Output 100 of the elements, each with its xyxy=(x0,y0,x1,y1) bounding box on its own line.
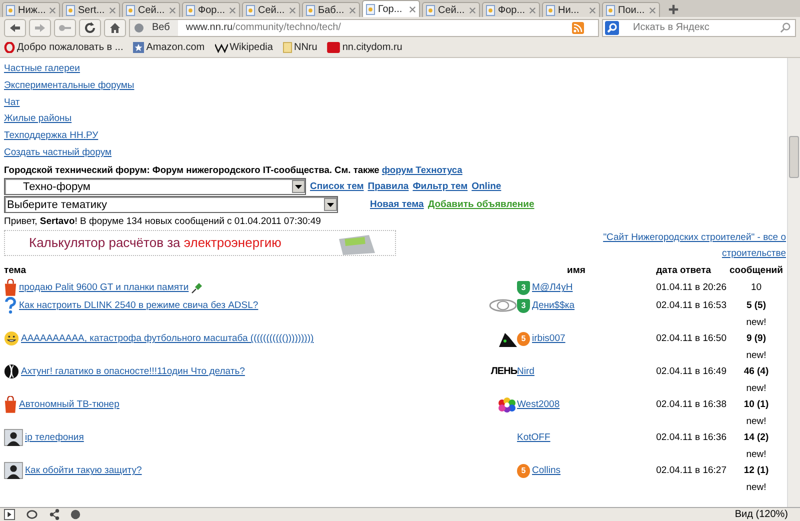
close-icon[interactable] xyxy=(529,6,536,14)
user-icon xyxy=(4,462,23,480)
user-link[interactable]: M@Л4уН xyxy=(532,282,573,294)
back-button[interactable] xyxy=(4,18,26,36)
topic-link[interactable]: ip телефония xyxy=(25,432,84,444)
back-arrow-icon xyxy=(9,22,21,32)
forum-link[interactable]: Частные галереи xyxy=(4,61,783,78)
topic-link[interactable]: АААААААААА, катастрофа футбольного масштаба ((((((((((())))))))) xyxy=(21,333,314,344)
forward-arrow-icon xyxy=(34,22,46,32)
bookmark-item[interactable]: nn.citydom.ru xyxy=(327,42,402,53)
address-field[interactable]: www.nn.ru/community/techno/tech/ xyxy=(184,22,566,33)
forum-link[interactable]: Экспериментальные форумы xyxy=(4,78,783,95)
reload-icon xyxy=(84,22,96,34)
cat-avatar-icon xyxy=(497,330,518,347)
search-mode-button[interactable]: Веб xyxy=(130,20,178,36)
reload-button[interactable] xyxy=(79,18,101,36)
message-count: 9 (9) xyxy=(745,332,767,346)
user-link[interactable]: Nird xyxy=(517,366,534,378)
close-icon[interactable] xyxy=(589,6,596,14)
panel-toggle-icon[interactable] xyxy=(4,509,15,520)
rank-badge: 5 xyxy=(517,332,530,346)
close-icon[interactable] xyxy=(409,6,416,12)
browser-tab[interactable]: Ниж... xyxy=(2,2,60,17)
forum-link[interactable]: Чат xyxy=(4,94,783,112)
rank-badge: 3 xyxy=(517,280,530,295)
close-icon[interactable] xyxy=(469,6,476,14)
browser-tab[interactable]: Баб... xyxy=(302,2,360,17)
search-box[interactable]: Искать в Яндекс xyxy=(602,18,796,36)
browser-tab[interactable]: Фор... xyxy=(182,2,240,17)
reply-date: 02.04.11 в 16:53 xyxy=(656,299,728,314)
forum-description: Городской технический форум: Форум нижегородского IT-сообщества. См. также форум Технотуса xyxy=(4,164,464,177)
search-engine-icon[interactable] xyxy=(605,20,619,34)
question-icon xyxy=(4,297,17,314)
nav-link[interactable]: Online xyxy=(472,181,502,192)
bookmark-item[interactable]: Wikipedia xyxy=(214,42,273,53)
site-link[interactable]: "Сайт Нижегородских строителей" - все о строительстве xyxy=(603,230,786,262)
topic-link[interactable]: Как обойти такую защиту? xyxy=(25,465,142,476)
forum-dropdown[interactable]: Техно-форум xyxy=(4,178,306,196)
bookmark-item[interactable]: NNru xyxy=(282,42,318,53)
share-icon[interactable] xyxy=(49,509,60,520)
ball-icon xyxy=(4,364,19,380)
user-link[interactable]: Collins xyxy=(532,465,561,476)
user-link[interactable]: West2008 xyxy=(517,399,560,410)
page-icon xyxy=(426,4,435,16)
new-label: new! xyxy=(745,316,768,330)
forum-link[interactable]: Жилые районы xyxy=(4,111,783,128)
topic-link[interactable]: Ахтунг! галатико в опасносте!!!11один Что делать? xyxy=(21,366,245,378)
browser-tab[interactable]: Сей... xyxy=(422,2,480,17)
close-icon[interactable] xyxy=(289,6,296,14)
close-icon[interactable] xyxy=(169,6,176,14)
forum-link[interactable]: Техподдержка НН.РУ xyxy=(4,128,783,145)
mode-label: Веб xyxy=(152,22,170,33)
user-link[interactable]: KotOFF xyxy=(517,432,550,444)
page-icon xyxy=(246,4,255,16)
close-icon[interactable] xyxy=(109,6,116,14)
forum-link[interactable]: форум Технотуса xyxy=(382,164,462,175)
browser-tab[interactable]: Фор... xyxy=(482,2,540,17)
browser-tab[interactable]: Гор... xyxy=(362,0,420,17)
close-icon[interactable] xyxy=(49,6,56,14)
bookmark-item[interactable]: Добро пожаловать в ... xyxy=(4,42,124,53)
new-label: new! xyxy=(745,414,768,429)
rss-icon[interactable] xyxy=(572,22,584,34)
ad-banner[interactable]: Калькулятор расчётов за электроэнергию xyxy=(4,230,396,256)
topic-link[interactable]: продаю Palit 9600 GT и планки памяти xyxy=(19,282,189,294)
reply-date: 02.04.11 в 16:36 xyxy=(656,431,728,446)
reply-date: 02.04.11 в 16:49 xyxy=(656,365,728,380)
nav-link[interactable]: Список тем xyxy=(310,181,364,192)
browser-tab[interactable]: Пои... xyxy=(602,2,660,17)
globe-icon xyxy=(134,22,144,32)
home-button[interactable] xyxy=(104,18,126,36)
zoom-level[interactable]: Вид (120%) xyxy=(734,509,788,520)
plus-icon[interactable] xyxy=(668,4,679,15)
topic-link[interactable]: Как настроить DLINK 2540 в режиме свича без ADSL? xyxy=(19,300,258,312)
topic-link[interactable]: Автономный ТВ-тюнер xyxy=(19,399,120,410)
user-link[interactable]: irbis007 xyxy=(532,333,566,344)
close-icon[interactable] xyxy=(349,6,356,14)
new-label: new! xyxy=(745,382,768,396)
browser-tab[interactable]: Ни... xyxy=(542,2,600,17)
globe-icon[interactable] xyxy=(70,509,81,520)
action-link[interactable]: Новая тема xyxy=(370,199,424,210)
new-label: new! xyxy=(745,348,768,363)
close-icon[interactable] xyxy=(229,6,236,14)
message-count: 10 (1) xyxy=(742,398,770,412)
page-icon xyxy=(186,4,195,16)
bookmark-item[interactable]: Amazon.com xyxy=(133,42,205,53)
w-logo-icon xyxy=(214,42,228,52)
action-link[interactable]: Добавить объявление xyxy=(428,199,534,210)
scrollbar[interactable] xyxy=(787,58,800,507)
browser-tab[interactable]: Sert... xyxy=(62,2,120,17)
nav-link[interactable]: Фильтр тем xyxy=(412,181,468,192)
close-icon[interactable] xyxy=(649,6,656,14)
browser-tab[interactable]: Сей... xyxy=(122,2,180,17)
browser-tab[interactable]: Сей... xyxy=(242,2,300,17)
forum-link[interactable]: Создать частный форум xyxy=(4,144,783,162)
user-link[interactable]: Дени$$ка xyxy=(532,300,575,312)
search-icon[interactable] xyxy=(780,22,791,33)
folder-icon xyxy=(282,42,292,53)
nav-link[interactable]: Правила xyxy=(368,181,409,192)
topic-dropdown[interactable]: Выберите тематику xyxy=(4,196,338,214)
page-icon xyxy=(126,4,135,16)
